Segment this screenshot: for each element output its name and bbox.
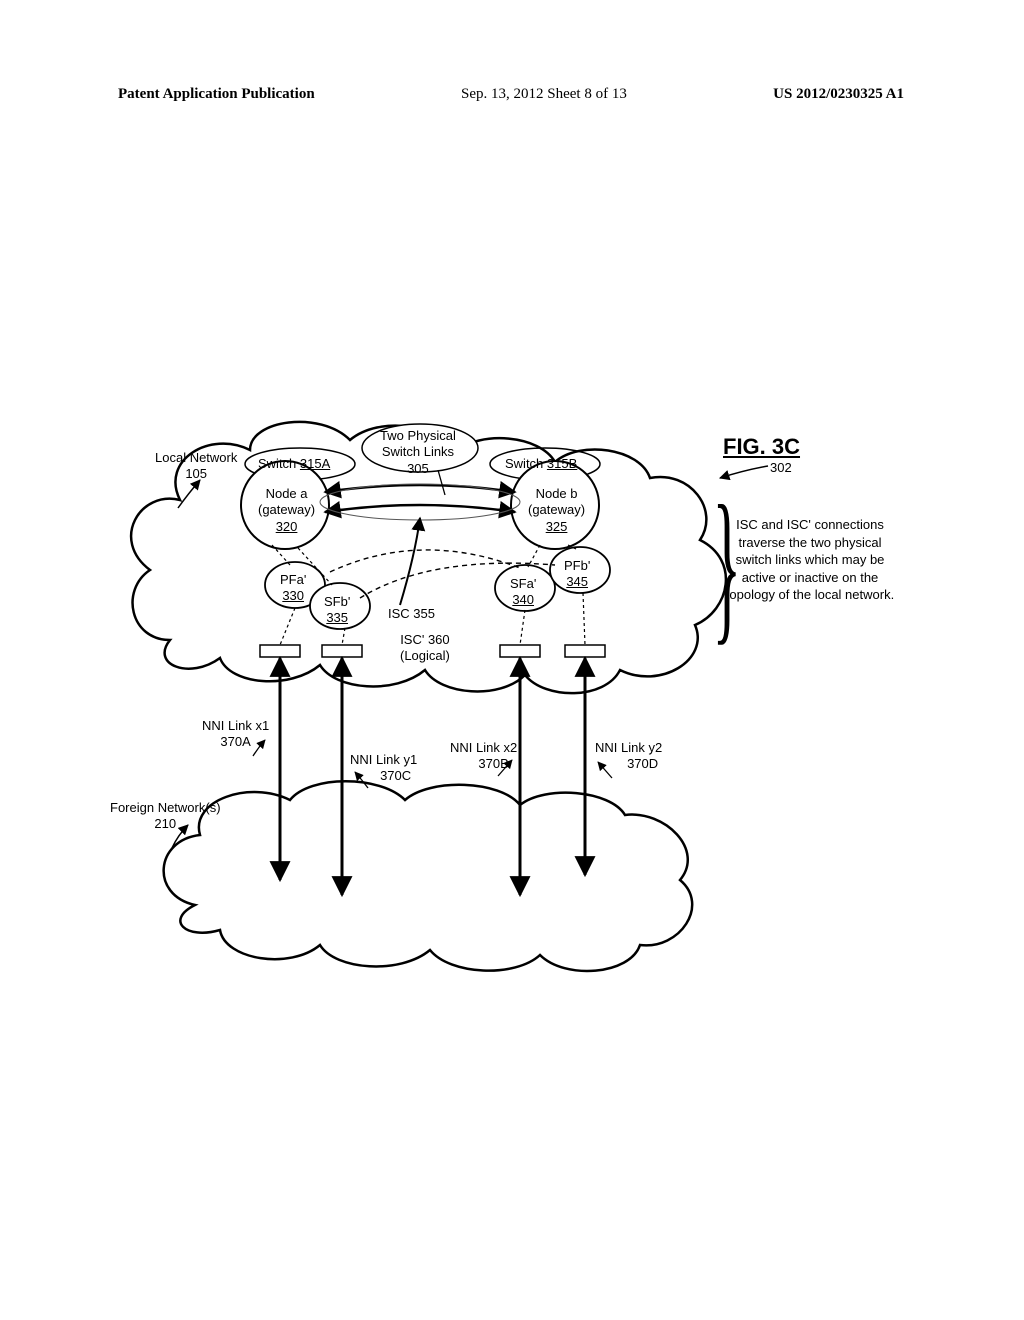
physical-links: [320, 484, 520, 520]
isc-arrow: [400, 518, 420, 605]
nni-x1-label: NNI Link x1370A: [202, 718, 269, 751]
sfa-label: SFa'340: [510, 576, 536, 609]
pfb-label: PFb'345: [564, 558, 590, 591]
nni-y1-label: NNI Link y1 370C: [350, 752, 417, 785]
foreign-network-label: Foreign Network(s)210: [110, 800, 221, 833]
leader-local: [178, 480, 200, 508]
isc-logical-arc: [330, 550, 520, 572]
figure-title: FIG. 3C: [723, 434, 800, 460]
isc-label: ISC 355: [388, 606, 435, 622]
foreign-network-cloud: [164, 781, 693, 971]
port-y1: [322, 645, 362, 657]
isc-logical-label: ISC' 360(Logical): [400, 632, 450, 665]
nni-x2-label: NNI Link x2 370B: [450, 740, 517, 773]
side-note: ISC and ISC' connections traverse the tw…: [720, 516, 900, 604]
port-x2: [500, 645, 540, 657]
port-y2: [565, 645, 605, 657]
switch-links-label: Two PhysicalSwitch Links305: [380, 428, 456, 477]
switch-b-label: Switch 315B: [505, 456, 577, 472]
nni-y2-label: NNI Link y2 370D: [595, 740, 662, 773]
sfb-label: SFb'335: [324, 594, 350, 627]
node-b-label: Node b (gateway) 325: [528, 486, 585, 535]
node-a-label: Node a (gateway) 320: [258, 486, 315, 535]
port-x1: [260, 645, 300, 657]
switch-a-label: Switch 315A: [258, 456, 330, 472]
figure-ref: 302: [770, 460, 792, 476]
local-network-label: Local Network 105: [155, 450, 237, 483]
diagram-svg: [0, 0, 1024, 1320]
pfa-label: PFa'330: [280, 572, 306, 605]
